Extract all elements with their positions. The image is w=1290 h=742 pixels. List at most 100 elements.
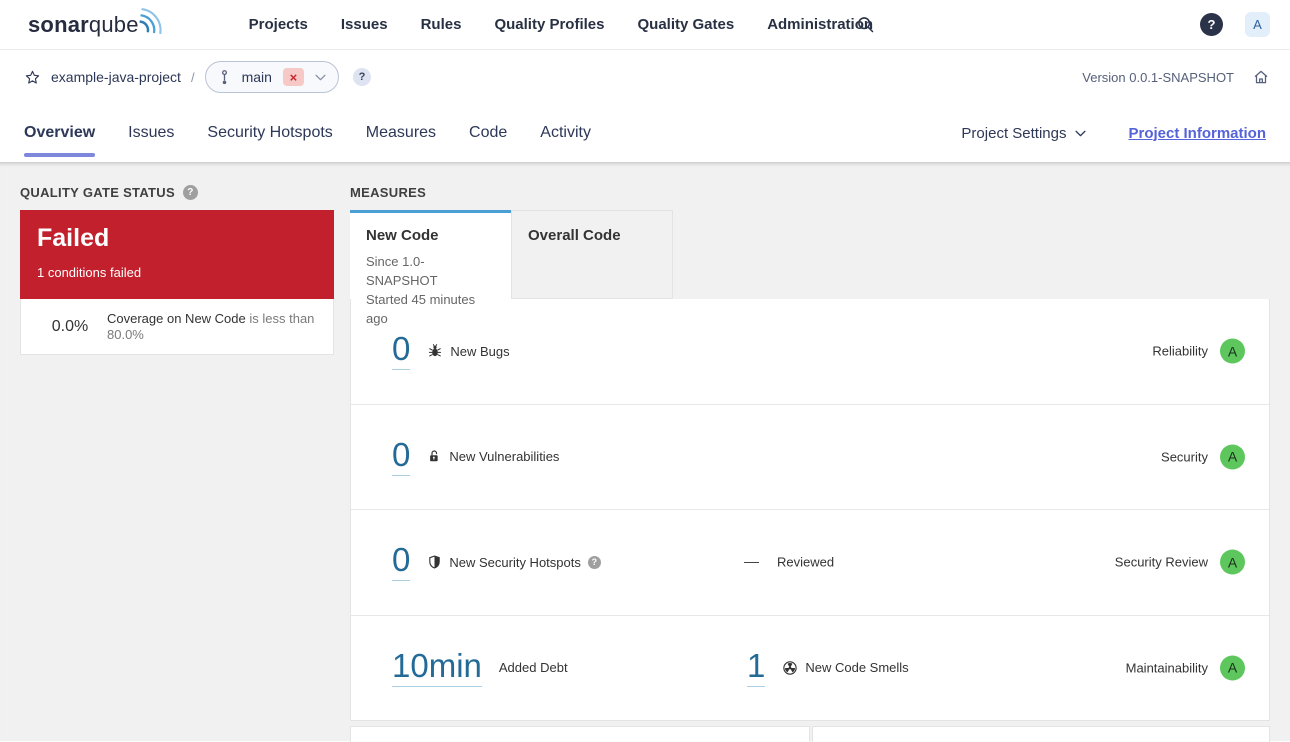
coverage-card [350, 726, 810, 742]
breadcrumb: example-java-project / main × ? [20, 61, 371, 93]
question-icon: ? [358, 71, 366, 83]
tab-new-code[interactable]: New Code Since 1.0-SNAPSHOT Started 45 m… [350, 210, 511, 326]
reliability-label: Reliability [1152, 343, 1208, 359]
measure-row-maintainability: 10min Added Debt 1 New Code Smells Maint… [351, 614, 1269, 721]
context-bar-right: Version 0.0.1-SNAPSHOT [1082, 68, 1270, 86]
help-button[interactable]: ? [1200, 13, 1223, 36]
sonarqube-logo[interactable]: sonarqube [28, 7, 167, 40]
tab-measures[interactable]: Measures [366, 104, 436, 162]
project-settings-menu[interactable]: Project Settings [961, 124, 1087, 142]
overview-content: QUALITY GATE STATUS ? Failed 1 condition… [0, 162, 1290, 742]
measures-title-row: MEASURES [350, 184, 1270, 200]
measure-row-security: 0 New Vulnerabilities Security A [351, 403, 1269, 510]
maintainability-rating: Maintainability A [1125, 655, 1245, 681]
measures-title: MEASURES [350, 184, 427, 200]
tab-overview[interactable]: Overview [24, 104, 96, 162]
condition-metric: Coverage on New Code [107, 310, 246, 326]
nav-item-quality-profiles[interactable]: Quality Profiles [494, 16, 604, 33]
tab-code[interactable]: Code [469, 104, 507, 162]
avatar[interactable]: A [1245, 12, 1270, 37]
quality-gate-panel: QUALITY GATE STATUS ? Failed 1 condition… [20, 184, 334, 355]
new-bugs-label-group: New Bugs [427, 343, 510, 359]
quality-gate-title: QUALITY GATE STATUS [20, 184, 175, 200]
duplications-card [812, 726, 1270, 742]
project-information-link[interactable]: Project Information [1128, 125, 1266, 142]
new-code-smells-label-group: New Code Smells [782, 660, 909, 676]
measures-panel: MEASURES New Code Since 1.0-SNAPSHOT Sta… [350, 184, 1270, 742]
project-tabbar: Overview Issues Security Hotspots Measur… [0, 104, 1290, 162]
quality-gate-title-row: QUALITY GATE STATUS ? [20, 184, 334, 200]
homepage-button[interactable] [1252, 68, 1270, 86]
bug-icon [429, 344, 442, 357]
reliability-rating: Reliability A [1152, 338, 1245, 364]
branch-selector[interactable]: main × [204, 61, 339, 93]
main-nav: Projects Issues Rules Quality Profiles Q… [249, 16, 873, 33]
quality-gate-status-card: Failed 1 conditions failed [20, 210, 334, 299]
branch-help-button[interactable]: ? [352, 68, 371, 86]
hotspots-help-button[interactable]: ? [587, 555, 601, 569]
branch-status-badge[interactable]: × [282, 68, 304, 86]
security-rating: Security A [1161, 444, 1245, 470]
new-code-since: Since 1.0-SNAPSHOT [366, 254, 438, 288]
help-glyph: ? [1207, 17, 1216, 32]
search-button[interactable] [855, 14, 876, 35]
new-vulnerabilities-label-group: New Vulnerabilities [427, 448, 559, 465]
new-security-hotspots-metric: 0 New Security Hotspots ? [392, 543, 601, 582]
new-bugs-label: New Bugs [450, 343, 510, 359]
new-code-measures: 0 New Bugs Reliability A 0 New Vulnerabi… [350, 299, 1270, 721]
nav-item-issues[interactable]: Issues [341, 16, 388, 33]
navbar-right: ? A [1200, 12, 1270, 37]
condition-value: 0.0% [51, 317, 89, 335]
tab-overall-code[interactable]: Overall Code [511, 210, 673, 299]
failed-condition-row[interactable]: 0.0% Coverage on New Code is less than 8… [20, 299, 334, 355]
global-navbar: sonarqube Projects Issues Rules Quality … [0, 0, 1290, 50]
quality-gate-help-button[interactable]: ? [182, 184, 198, 200]
branch-icon [221, 69, 227, 84]
reviewed-label: Reviewed [777, 554, 835, 570]
branch-dropdown-toggle[interactable] [315, 74, 326, 81]
new-bugs-count-link[interactable]: 0 [392, 332, 411, 371]
added-debt-label: Added Debt [498, 660, 568, 676]
lock-icon [430, 450, 438, 462]
new-vulnerabilities-count-link[interactable]: 0 [392, 438, 411, 476]
breadcrumb-separator: / [190, 69, 195, 85]
added-debt-label-group: Added Debt [499, 660, 568, 675]
security-review-rating-badge[interactable]: A [1220, 549, 1245, 575]
security-label: Security [1161, 449, 1208, 465]
project-settings-label: Project Settings [961, 124, 1067, 142]
added-debt-link[interactable]: 10min [392, 649, 482, 687]
quality-gate-status: Failed [37, 224, 110, 252]
added-debt-metric: 10min Added Debt [392, 649, 568, 687]
question-icon: ? [591, 557, 598, 568]
chevron-down-icon [315, 74, 326, 80]
new-vulnerabilities-label: New Vulnerabilities [449, 449, 560, 465]
nav-item-quality-gates[interactable]: Quality Gates [637, 16, 734, 33]
tab-issues[interactable]: Issues [128, 104, 174, 162]
tab-activity[interactable]: Activity [540, 104, 591, 162]
chevron-down-icon [1075, 130, 1087, 136]
security-rating-badge[interactable]: A [1220, 444, 1245, 470]
home-icon [1254, 70, 1268, 84]
measure-row-security-review: 0 New Security Hotspots ? — Reviewed Sec… [351, 509, 1269, 615]
measure-row-reliability: 0 New Bugs Reliability A [351, 299, 1269, 404]
maintainability-rating-badge[interactable]: A [1220, 655, 1245, 681]
new-code-smells-metric: 1 New Code Smells [747, 649, 909, 687]
new-security-hotspots-count-link[interactable]: 0 [392, 543, 411, 582]
nav-item-rules[interactable]: Rules [421, 16, 462, 33]
new-bugs-metric: 0 New Bugs [392, 332, 510, 371]
tab-security-hotspots[interactable]: Security Hotspots [207, 104, 332, 162]
new-code-smells-count-link[interactable]: 1 [747, 649, 766, 687]
shield-icon [429, 555, 441, 569]
maintainability-label: Maintainability [1125, 660, 1208, 676]
favorite-button[interactable] [24, 69, 41, 86]
reviewed-empty-value: — [744, 553, 759, 571]
logo-swoosh-icon [138, 7, 162, 34]
security-review-label: Security Review [1114, 554, 1208, 570]
reliability-rating-badge[interactable]: A [1220, 338, 1245, 364]
nav-item-projects[interactable]: Projects [249, 16, 308, 33]
overall-code-tab-label: Overall Code [528, 227, 621, 244]
breadcrumb-project-name[interactable]: example-java-project [51, 69, 181, 85]
measures-bottom-row [350, 726, 1270, 742]
search-icon [858, 17, 874, 33]
project-version: Version 0.0.1-SNAPSHOT [1082, 69, 1234, 85]
